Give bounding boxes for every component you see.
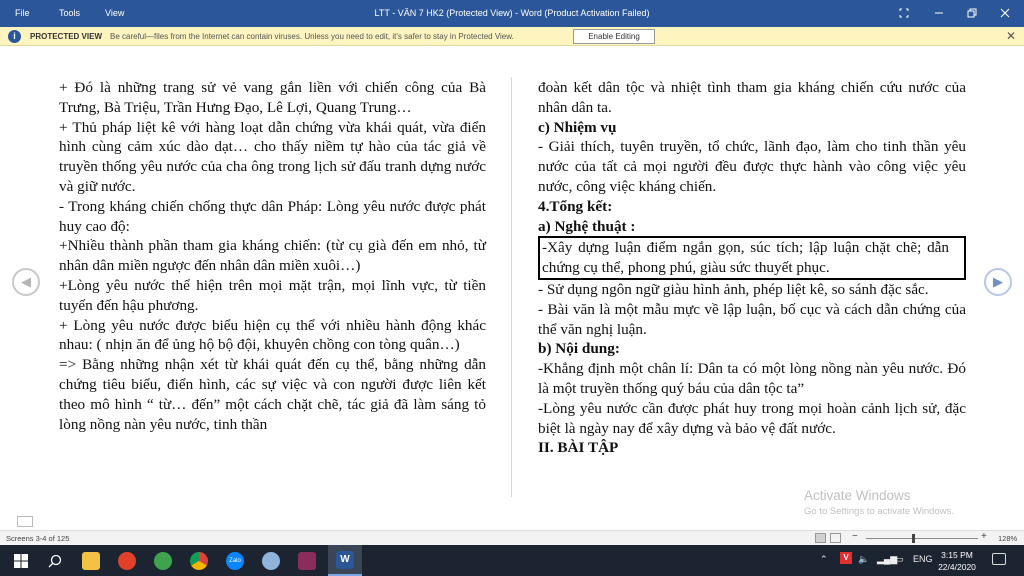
search-icon[interactable] [38,545,72,576]
read-mode-icon[interactable] [815,533,826,543]
clock[interactable]: 3:15 PM 22/4/2020 [932,549,982,573]
paragraph: -Khẳng định một chân lí: Dân ta có một l… [538,360,966,397]
language-indicator[interactable]: ENG [913,554,933,564]
minimize-button[interactable] [924,3,954,23]
coc-coc-browser-icon[interactable] [146,545,180,576]
clock-date: 22/4/2020 [938,562,976,572]
paragraph: + Đó là những trang sử vẻ vang gắn liền … [59,79,486,116]
paragraph: - Giải thích, tuyên truyền, tổ chức, lãn… [538,138,966,195]
zoom-in-icon[interactable]: + [981,531,987,542]
heading-art: a) Nghệ thuật : [538,217,636,235]
volume-icon[interactable]: 🔈 [858,554,869,565]
close-bar-icon[interactable]: ✕ [1006,29,1016,43]
protected-view-message: Be careful—files from the Internet can c… [110,32,514,41]
boxed-paragraph: -Xây dựng luận điểm ngắn gọn, súc tích; … [538,236,966,280]
zoom-slider-thumb[interactable] [912,534,915,543]
chevron-up-icon[interactable]: ⌃ [820,554,828,565]
paragraph: + Lòng yêu nước được biểu hiện cụ thể vớ… [59,316,486,354]
watermark-subtitle: Go to Settings to activate Windows. [804,506,954,517]
taskbar: Zalo W ⌃ V 🔈 ▂▄▆ ▭ ENG 3:15 PM 22/4/2020 [0,545,1024,576]
clock-time: 3:15 PM [941,550,973,560]
notification-icon[interactable] [992,553,1006,565]
page-divider [511,77,512,497]
info-shield-icon: i [8,30,21,43]
paragraph: - Bài văn là một mẫu mực về lập luận, bố… [538,300,966,338]
print-layout-icon[interactable] [830,533,841,543]
app-red-icon[interactable] [110,545,144,576]
activate-windows-watermark: Activate Windows Go to Settings to activ… [804,488,954,517]
status-bar: Screens 3-4 of 125 − + 128% [0,530,1024,545]
zoom-level[interactable]: 128% [998,534,1017,543]
fullscreen-icon[interactable] [889,3,919,23]
title-bar: File Tools View LTT - VĂN 7 HK2 (Protect… [0,0,1024,27]
file-explorer-icon[interactable] [74,545,108,576]
antivirus-icon[interactable]: V [840,552,852,564]
word-taskbar-icon[interactable]: W [328,545,362,576]
paragraph: +Nhiều thành phần tham gia kháng chiến: … [59,237,486,275]
zalo-icon[interactable]: Zalo [218,545,252,576]
chrome-icon[interactable] [182,545,216,576]
heading-exercise: II. BÀI TẬP [538,439,619,457]
close-button[interactable] [990,3,1020,23]
heading-task: c) Nhiệm vụ [538,118,617,136]
paint-icon[interactable] [254,545,288,576]
document-area[interactable]: + Đó là những trang sử vẻ vang gắn liền … [0,47,1024,527]
heading-content: b) Nội dung: [538,340,620,358]
zoom-out-icon[interactable]: − [852,531,858,542]
watermark-title: Activate Windows [804,488,911,503]
paragraph: đoàn kết dân tộc và nhiệt tình tham gia … [538,79,966,116]
zoom-slider[interactable] [866,538,978,539]
paragraph: - Sử dụng ngôn ngữ giàu hình ảnh, phép l… [538,280,929,298]
paragraph: => Bằng những nhận xét từ khái quát đến … [59,356,486,433]
page-left: + Đó là những trang sử vẻ vang gắn liền … [59,78,486,434]
enable-editing-button[interactable]: Enable Editing [573,29,655,44]
winrar-icon[interactable] [290,545,324,576]
paragraph: + Thủ pháp liệt kê với hàng loạt dẫn chứ… [59,118,486,195]
restore-button[interactable] [957,3,987,23]
next-screen-icon[interactable]: ▶ [984,268,1012,296]
page-right: đoàn kết dân tộc và nhiệt tình tham gia … [538,78,966,458]
page-thumbnail-icon[interactable] [17,516,33,527]
protected-view-bar: i PROTECTED VIEW Be careful—files from t… [0,27,1024,46]
window-title: LTT - VĂN 7 HK2 (Protected View) - Word … [374,8,650,18]
protected-view-label: PROTECTED VIEW [30,32,103,41]
paragraph: - Trong kháng chiến chống thực dân Pháp:… [59,197,486,235]
previous-screen-icon[interactable]: ◀ [12,268,40,296]
screen-counter: Screens 3-4 of 125 [6,534,70,543]
paragraph: +Lòng yêu nước thể hiện trên mọi mặt trậ… [59,276,486,314]
heading-summary: 4.Tổng kết: [538,197,613,215]
battery-icon[interactable]: ▭ [895,554,904,565]
start-button[interactable] [4,545,38,576]
paragraph: -Lòng yêu nước cần được phát huy trong m… [538,399,966,437]
